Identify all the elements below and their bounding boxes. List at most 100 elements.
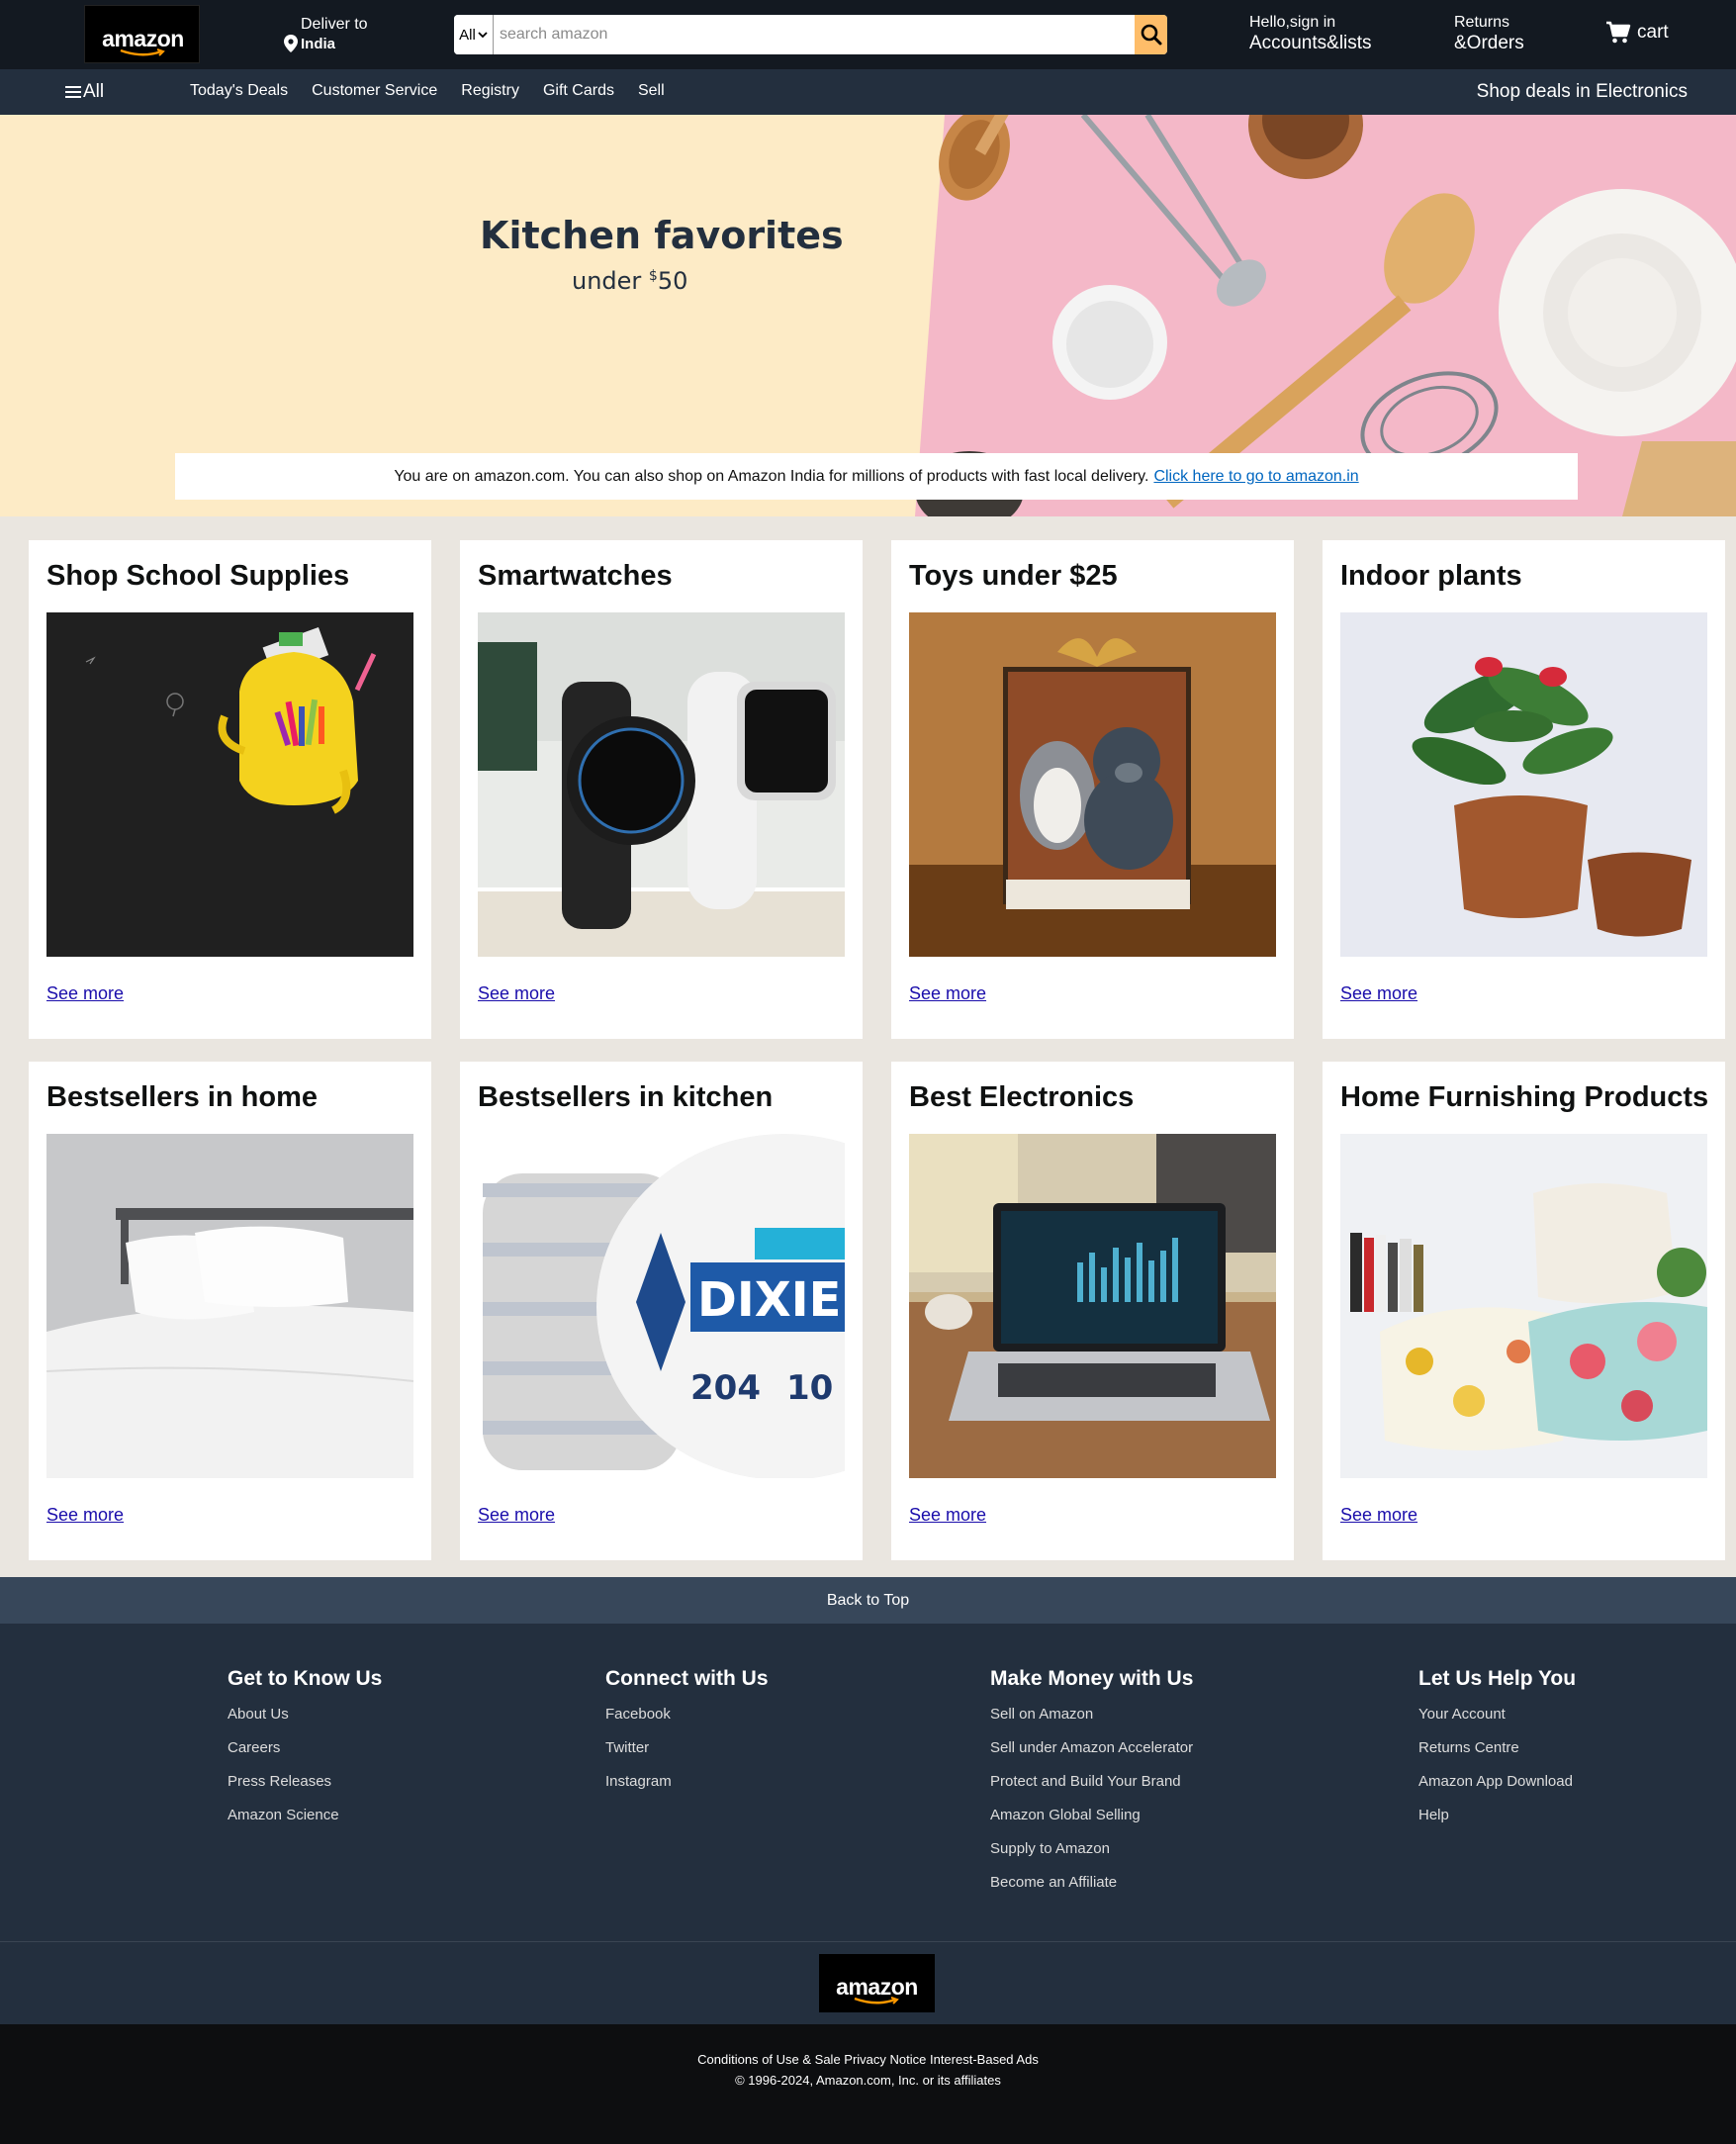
hero-subtitle: under $50 — [572, 267, 687, 295]
footer-link[interactable]: Help — [1418, 1805, 1576, 1838]
search-input[interactable] — [494, 15, 1135, 54]
search-category-value: All — [459, 26, 476, 44]
see-more-link[interactable]: See more — [909, 983, 986, 1004]
hero-subtitle-currency: $ — [648, 268, 658, 284]
footer-links: Get to Know Us About Us Careers Press Re… — [0, 1624, 1736, 1942]
best-electronics-image[interactable] — [909, 1134, 1276, 1478]
nav-link-sell[interactable]: Sell — [638, 82, 665, 100]
bestsellers-kitchen-image[interactable]: DIXIE 204 10 — [478, 1134, 845, 1478]
paper-plates-image: DIXIE 204 10 — [478, 1134, 845, 1478]
hero-subtitle-amount: 50 — [657, 267, 688, 295]
hero-banner[interactable]: Kitchen favorites under $50 You are on a… — [0, 115, 1736, 516]
footer-logo-band: amazon — [0, 1942, 1736, 2024]
nav-link-registry[interactable]: Registry — [461, 82, 519, 100]
toys-image[interactable] — [909, 612, 1276, 957]
category-card-toys: Toys under $25 See more — [891, 540, 1294, 1039]
footer-link[interactable]: About Us — [228, 1704, 382, 1737]
card-title: Toys under $25 — [909, 560, 1118, 592]
account-menu[interactable]: Hello,sign in Accounts&lists — [1249, 14, 1372, 54]
nav-link-electronics-deals[interactable]: Shop deals in Electronics — [1477, 81, 1688, 103]
nav-link-todays-deals[interactable]: Today's Deals — [190, 82, 288, 100]
smile-arrow-icon — [120, 48, 165, 56]
all-label: All — [83, 81, 105, 102]
plush-toys-image — [909, 612, 1276, 957]
amazon-logo[interactable]: amazon — [84, 5, 200, 63]
account-greeting: Hello,sign in — [1249, 14, 1336, 31]
footer-link[interactable]: Your Account — [1418, 1704, 1576, 1737]
backpack-image — [46, 612, 413, 957]
bed-image — [46, 1134, 413, 1478]
orders-label: &Orders — [1454, 33, 1524, 53]
footer-column-title: Let Us Help You — [1418, 1667, 1577, 1690]
search-button[interactable] — [1135, 15, 1167, 54]
footer-column-connect: Connect with Us Facebook Twitter Instagr… — [605, 1667, 769, 1805]
all-menu-button[interactable]: All — [65, 81, 104, 103]
cart-button[interactable]: cart — [1605, 21, 1669, 45]
nav-link-gift-cards[interactable]: Gift Cards — [543, 82, 614, 100]
region-notice: You are on amazon.com. You can also shop… — [175, 453, 1578, 500]
legal-links[interactable]: Conditions of Use & Sale Privacy Notice … — [0, 2052, 1736, 2067]
card-title: Home Furnishing Products — [1340, 1081, 1709, 1113]
school-supplies-image[interactable] — [46, 612, 413, 957]
see-more-link[interactable]: See more — [478, 983, 555, 1004]
category-card-indoor-plants: Indoor plants See more — [1323, 540, 1725, 1039]
hamburger-icon — [65, 86, 81, 98]
footer-column-title: Make Money with Us — [990, 1667, 1194, 1690]
nav-link-customer-service[interactable]: Customer Service — [312, 82, 437, 100]
indoor-plants-image[interactable] — [1340, 612, 1707, 957]
footer-bottom: Conditions of Use & Sale Privacy Notice … — [0, 2024, 1736, 2144]
see-more-link[interactable]: See more — [478, 1505, 555, 1526]
footer-link[interactable]: Sell on Amazon — [990, 1704, 1193, 1737]
returns-orders[interactable]: Returns &Orders — [1454, 14, 1524, 54]
footer-column-help: Let Us Help You Your Account Returns Cen… — [1418, 1667, 1576, 1838]
footer-link[interactable]: Press Releases — [228, 1771, 382, 1805]
footer-link[interactable]: Amazon App Download — [1418, 1771, 1576, 1805]
footer-link[interactable]: Protect and Build Your Brand — [990, 1771, 1193, 1805]
footer-link[interactable]: Amazon Science — [228, 1805, 382, 1838]
smartwatch-image — [478, 612, 845, 957]
deliver-to[interactable]: Deliver to India — [284, 16, 368, 52]
footer-column-title: Connect with Us — [605, 1667, 769, 1690]
footer-link[interactable]: Sell under Amazon Accelerator — [990, 1737, 1193, 1771]
search-icon — [1141, 24, 1161, 46]
category-card-smartwatches: Smartwatches See more — [460, 540, 863, 1039]
footer-link[interactable]: Returns Centre — [1418, 1737, 1576, 1771]
deliver-label: Deliver to — [301, 16, 368, 33]
svg-text:DIXIE: DIXIE — [697, 1272, 841, 1328]
deliver-location: India — [301, 35, 336, 52]
footer-link[interactable]: Facebook — [605, 1704, 769, 1737]
nav-bar: All Today's Deals Customer Service Regis… — [0, 69, 1736, 115]
footer-link[interactable]: Twitter — [605, 1737, 769, 1771]
see-more-link[interactable]: See more — [1340, 983, 1417, 1004]
see-more-link[interactable]: See more — [46, 1505, 124, 1526]
footer-amazon-logo[interactable]: amazon — [819, 1954, 935, 2012]
see-more-link[interactable]: See more — [909, 1505, 986, 1526]
card-title: Shop School Supplies — [46, 560, 350, 592]
footer-column-title: Get to Know Us — [228, 1667, 383, 1690]
smartwatches-image[interactable] — [478, 612, 845, 957]
category-card-bestsellers-kitchen: Bestsellers in kitchen DIXIE 204 10 See … — [460, 1062, 863, 1560]
search-category-select[interactable]: All — [454, 15, 494, 54]
see-more-link[interactable]: See more — [46, 983, 124, 1004]
location-pin-icon — [284, 35, 298, 52]
cushions-image — [1340, 1134, 1707, 1478]
chevron-down-icon — [478, 32, 488, 39]
card-title: Best Electronics — [909, 1081, 1135, 1113]
amazon-in-link[interactable]: Click here to go to amazon.in — [1153, 468, 1358, 486]
footer-link[interactable]: Supply to Amazon — [990, 1838, 1193, 1872]
copyright-text: © 1996-2024, Amazon.com, Inc. or its aff… — [735, 2073, 1001, 2088]
bestsellers-home-image[interactable] — [46, 1134, 413, 1478]
see-more-link[interactable]: See more — [1340, 1505, 1417, 1526]
returns-label: Returns — [1454, 14, 1510, 31]
footer-link[interactable]: Amazon Global Selling — [990, 1805, 1193, 1838]
svg-text:204: 204 — [690, 1368, 761, 1408]
footer-link[interactable]: Careers — [228, 1737, 382, 1771]
back-to-top-button[interactable]: Back to Top — [0, 1577, 1736, 1624]
category-card-best-electronics: Best Electronics See more — [891, 1062, 1294, 1560]
home-furnishing-image[interactable] — [1340, 1134, 1707, 1478]
search-bar: All — [454, 15, 1167, 54]
footer-link[interactable]: Become an Affiliate — [990, 1872, 1193, 1906]
footer-link[interactable]: Instagram — [605, 1771, 769, 1805]
potted-plant-image — [1340, 612, 1707, 957]
category-card-bestsellers-home: Bestsellers in home See more — [29, 1062, 431, 1560]
